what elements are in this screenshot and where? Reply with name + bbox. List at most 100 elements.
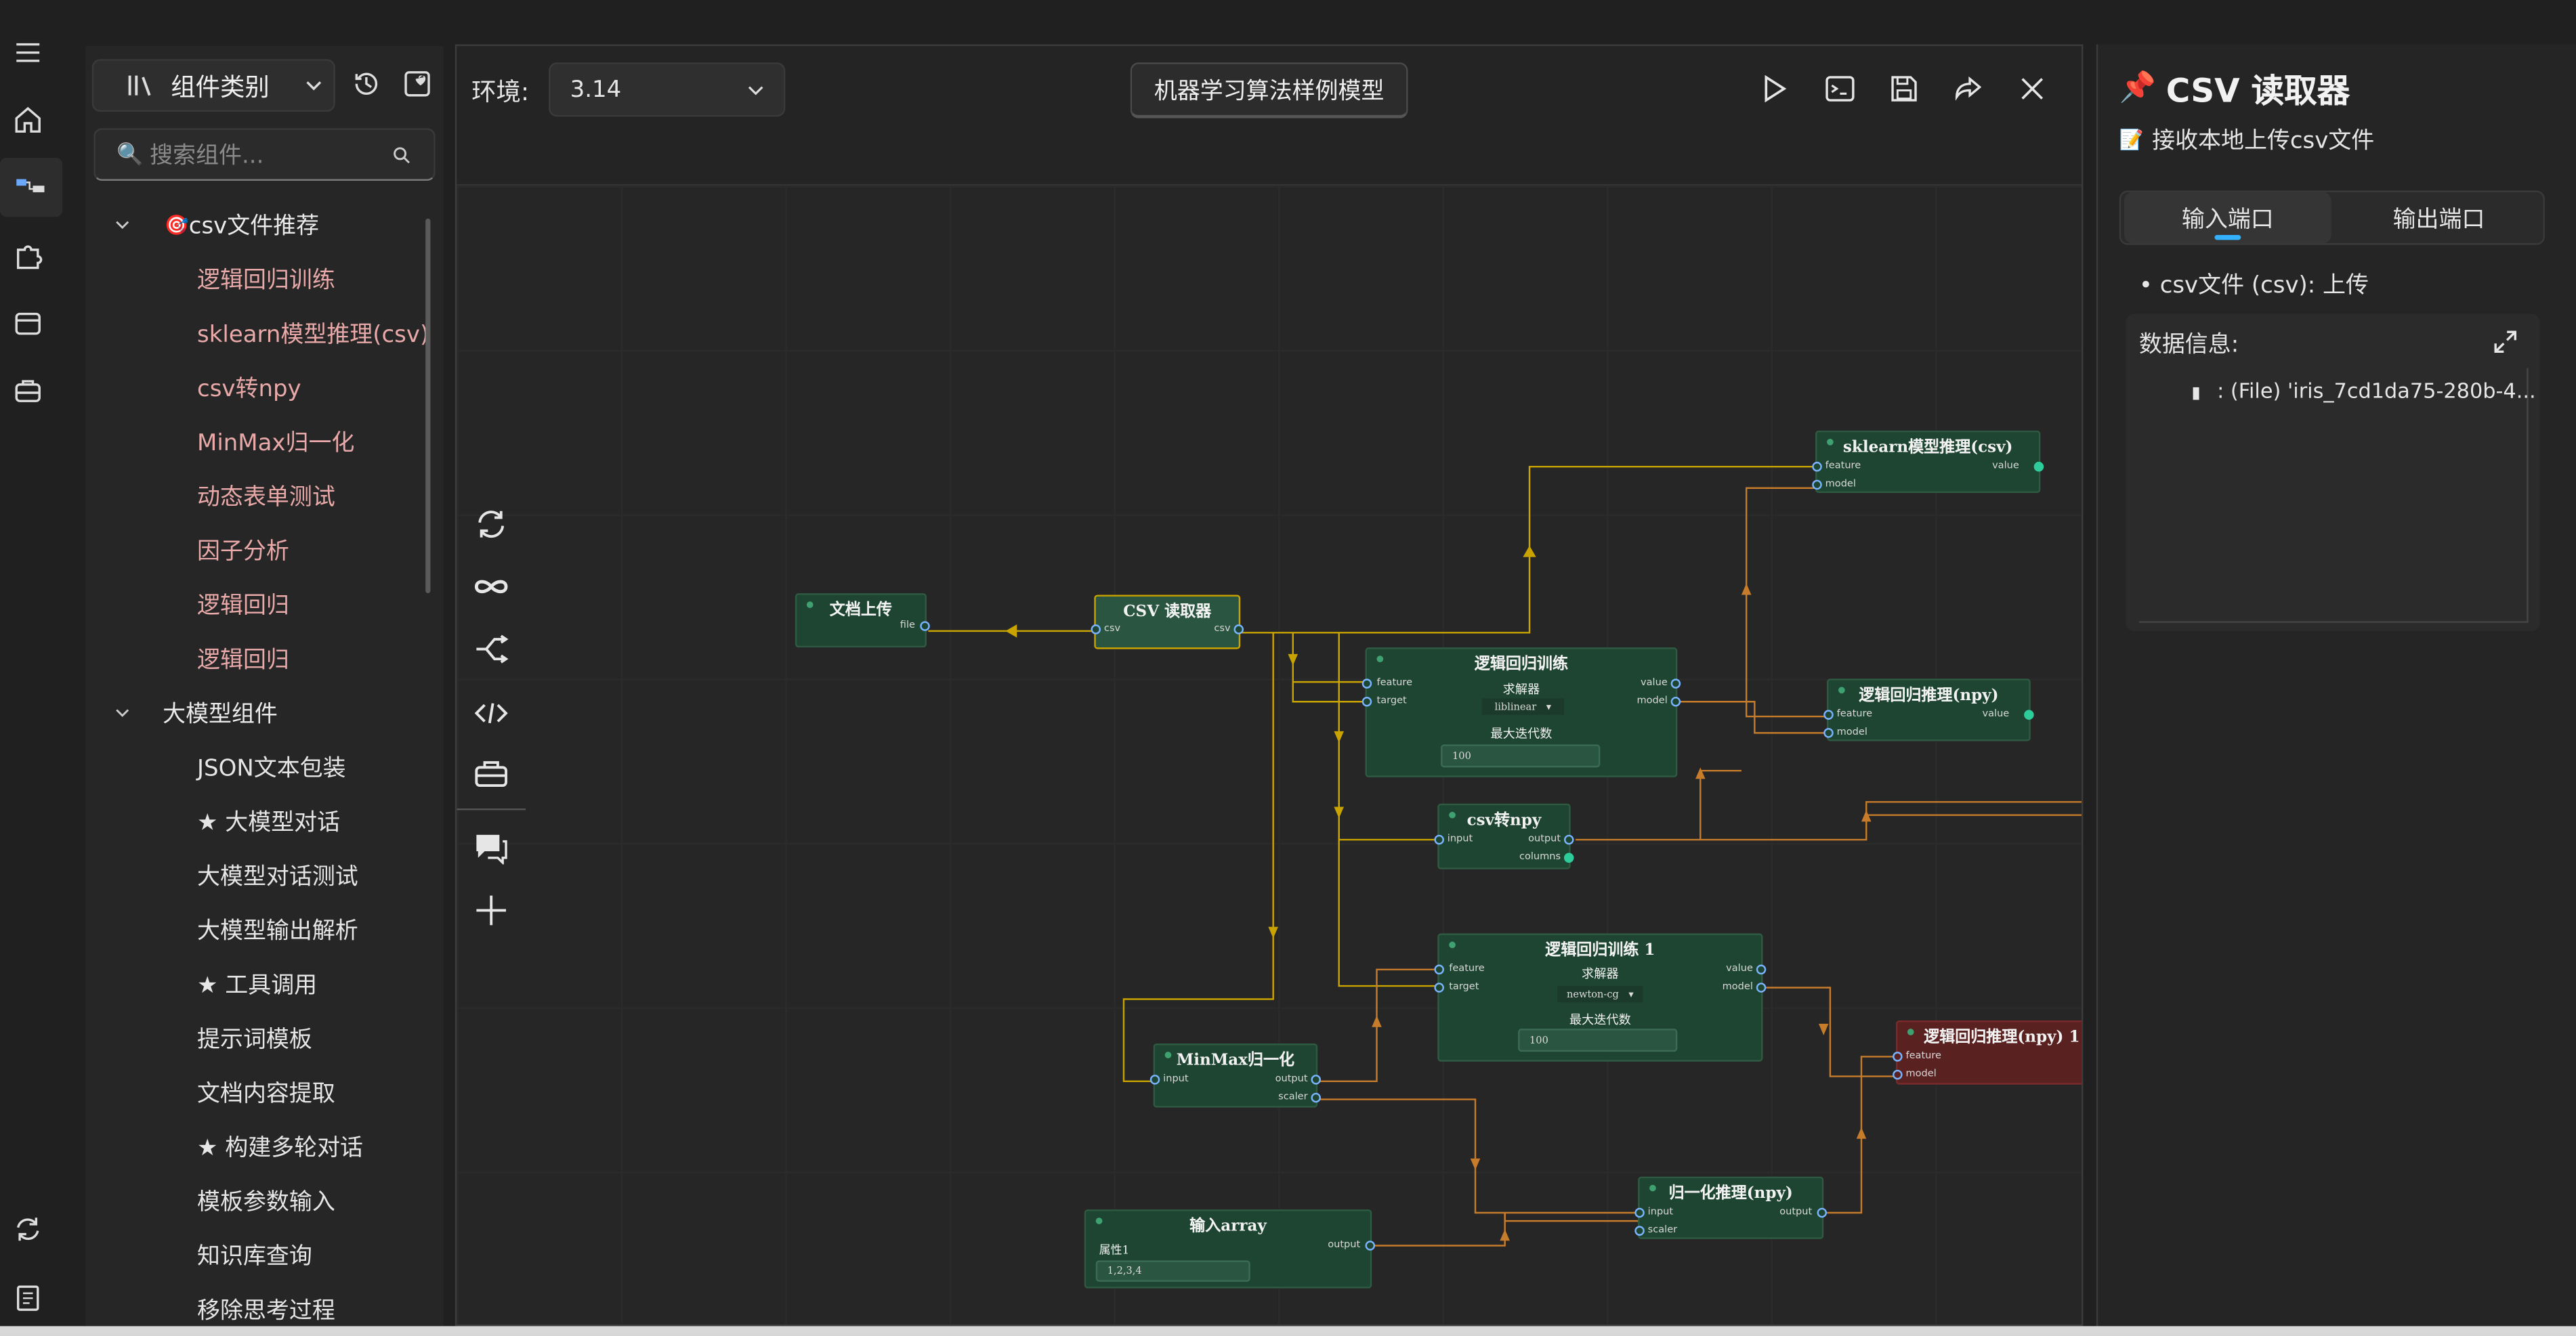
output-pin[interactable] bbox=[2033, 461, 2044, 472]
tree-item[interactable]: 知识库查询 bbox=[197, 1239, 312, 1272]
plugin-icon[interactable] bbox=[10, 238, 46, 274]
input-pin[interactable] bbox=[1823, 710, 1834, 720]
target-icon: 🎯 bbox=[164, 213, 189, 237]
output-pin[interactable] bbox=[1756, 983, 1767, 993]
node-title: 逻辑回归推理(npy) 1 bbox=[1924, 1029, 2080, 1047]
port-label: model bbox=[1836, 726, 1867, 738]
output-pin[interactable] bbox=[1311, 1092, 1322, 1103]
category-dropdown[interactable]: 组件类别 bbox=[91, 59, 335, 112]
tree-group-llm[interactable]: 大模型组件 bbox=[115, 697, 278, 730]
tree-item[interactable]: JSON文本包装 bbox=[197, 751, 346, 784]
tree-item[interactable]: 大模型对话测试 bbox=[197, 859, 358, 892]
tree-item[interactable]: 因子分析 bbox=[197, 534, 289, 567]
attr-label: 属性1 bbox=[1099, 1244, 1130, 1257]
search-input[interactable]: 🔍 搜索组件... bbox=[93, 128, 436, 181]
input-pin[interactable] bbox=[1634, 1226, 1645, 1236]
iter-input[interactable]: 100 bbox=[1441, 744, 1601, 768]
output-pin[interactable] bbox=[1563, 834, 1574, 845]
tree-item[interactable]: sklearn模型推理(csv) bbox=[197, 317, 429, 350]
favorite-icon[interactable] bbox=[402, 67, 438, 103]
solver-select[interactable]: liblinear ▾ bbox=[1481, 698, 1564, 715]
input-pin[interactable] bbox=[1893, 1069, 1903, 1080]
output-pin[interactable] bbox=[1365, 1241, 1376, 1251]
output-pin[interactable] bbox=[920, 621, 930, 631]
tree-item[interactable]: ★ 工具调用 bbox=[197, 968, 317, 1001]
tree-item[interactable]: 逻辑回归训练 bbox=[197, 263, 335, 296]
sync-icon[interactable] bbox=[10, 1211, 46, 1247]
history-icon[interactable] bbox=[350, 67, 386, 103]
tree-item[interactable]: ★ 大模型对话 bbox=[197, 805, 340, 838]
tree-item[interactable]: 模板参数输入 bbox=[197, 1185, 335, 1218]
sidebar-scrollbar[interactable] bbox=[425, 218, 431, 594]
port-label: feature bbox=[1905, 1050, 1942, 1062]
input-pin[interactable] bbox=[1823, 728, 1834, 738]
input-pin[interactable] bbox=[1812, 479, 1822, 490]
chevron-down-icon bbox=[116, 221, 129, 230]
node-lr-infer-red[interactable]: 逻辑回归推理(npy) 1 feature model bbox=[1893, 1020, 2082, 1085]
tree-item[interactable]: ★ 构建多轮对话 bbox=[197, 1131, 363, 1164]
log-icon[interactable] bbox=[10, 1280, 46, 1316]
port-label: output bbox=[1779, 1206, 1813, 1218]
flow-canvas[interactable]: 环境: 3.14 机器学习算法样例模型 文档上传 file CSV 读取器 cs… bbox=[455, 44, 2084, 1327]
output-pin[interactable] bbox=[1233, 624, 1244, 634]
flow-editor-icon[interactable] bbox=[0, 157, 63, 217]
input-pin[interactable] bbox=[1434, 834, 1444, 845]
node-minmax[interactable]: MinMax归一化 input output scaler bbox=[1149, 1043, 1322, 1108]
node-input-array[interactable]: 输入array output 属性1 1,2,3,4 bbox=[1084, 1209, 1376, 1289]
tab-input-ports[interactable]: 输入端口 bbox=[2124, 192, 2331, 244]
port-label: csv bbox=[1214, 622, 1231, 634]
output-pin[interactable] bbox=[1311, 1075, 1322, 1085]
toolbox-icon[interactable] bbox=[10, 373, 46, 409]
tree-group-csv[interactable]: 🎯 csv文件推荐 bbox=[115, 209, 319, 242]
solver-select[interactable]: newton-cg ▾ bbox=[1557, 986, 1643, 1003]
node-csv2npy[interactable]: csv转npy input output columns bbox=[1434, 803, 1574, 869]
tree-item[interactable]: 提示词模板 bbox=[197, 1022, 312, 1055]
tree-item[interactable]: csv转npy bbox=[197, 371, 301, 404]
node-title: 文档上传 bbox=[829, 601, 892, 620]
input-pin[interactable] bbox=[1091, 624, 1101, 634]
input-pin[interactable] bbox=[1893, 1052, 1903, 1062]
iter-input[interactable]: 100 bbox=[1518, 1029, 1678, 1052]
solver-value: newton-cg bbox=[1566, 988, 1619, 1000]
search-icon bbox=[394, 146, 410, 163]
box-icon[interactable] bbox=[10, 305, 46, 341]
node-sklearn-infer[interactable]: sklearn模型推理(csv) feature model value bbox=[1812, 430, 2044, 494]
port-label: scaler bbox=[1278, 1091, 1308, 1103]
home-icon[interactable] bbox=[10, 102, 46, 137]
search-emoji-icon: 🔍 bbox=[117, 142, 144, 167]
node-title: 逻辑回归推理(npy) bbox=[1859, 687, 1999, 706]
node-lr-train-1[interactable]: 逻辑回归训练 1 feature target value model 求解器 … bbox=[1434, 933, 1767, 1062]
expand-icon[interactable] bbox=[2492, 328, 2518, 355]
tree-item[interactable]: MinMax归一化 bbox=[197, 426, 354, 459]
port-label: csv bbox=[1103, 622, 1121, 634]
tree-item[interactable]: 逻辑回归 bbox=[197, 588, 289, 622]
search-placeholder: 搜索组件... bbox=[150, 143, 264, 169]
tree-item[interactable]: 动态表单测试 bbox=[197, 480, 335, 513]
tree-item[interactable]: 移除思考过程 bbox=[197, 1293, 335, 1327]
menu-icon[interactable] bbox=[10, 35, 46, 70]
port-label: model bbox=[1722, 981, 1753, 993]
node-norm-infer[interactable]: 归一化推理(npy) input scaler output bbox=[1634, 1176, 1828, 1239]
data-info-content[interactable] bbox=[2138, 368, 2529, 623]
tab-output-ports[interactable]: 输出端口 bbox=[2334, 192, 2543, 243]
attr-input[interactable]: 1,2,3,4 bbox=[1095, 1260, 1250, 1282]
input-pin[interactable] bbox=[1434, 983, 1444, 993]
node-lr-train[interactable]: 逻辑回归训练 feature target value model 求解器 li… bbox=[1361, 647, 1681, 777]
tree-item[interactable]: 大模型输出解析 bbox=[197, 913, 358, 947]
input-pin[interactable] bbox=[1634, 1207, 1645, 1218]
node-lr-infer[interactable]: 逻辑回归推理(npy) feature model value bbox=[1823, 678, 2034, 741]
output-pin[interactable] bbox=[1563, 853, 1574, 863]
output-pin[interactable] bbox=[2024, 710, 2034, 720]
port-label: model bbox=[1905, 1068, 1937, 1080]
input-pin[interactable] bbox=[1149, 1075, 1160, 1085]
port-label: output bbox=[1328, 1238, 1361, 1251]
node-title: csv转npy bbox=[1466, 811, 1542, 830]
tree-item[interactable]: 逻辑回归 bbox=[197, 643, 289, 676]
node-title: 归一化推理(npy) bbox=[1668, 1184, 1793, 1203]
icon-rail bbox=[0, 0, 66, 1336]
tree-item[interactable]: 文档内容提取 bbox=[197, 1077, 335, 1110]
node-csv-reader[interactable]: CSV 读取器 csv csv bbox=[1091, 595, 1244, 649]
output-pin[interactable] bbox=[1817, 1207, 1828, 1218]
input-pin[interactable] bbox=[1812, 461, 1822, 472]
node-upload[interactable]: 文档上传 file bbox=[795, 593, 930, 648]
